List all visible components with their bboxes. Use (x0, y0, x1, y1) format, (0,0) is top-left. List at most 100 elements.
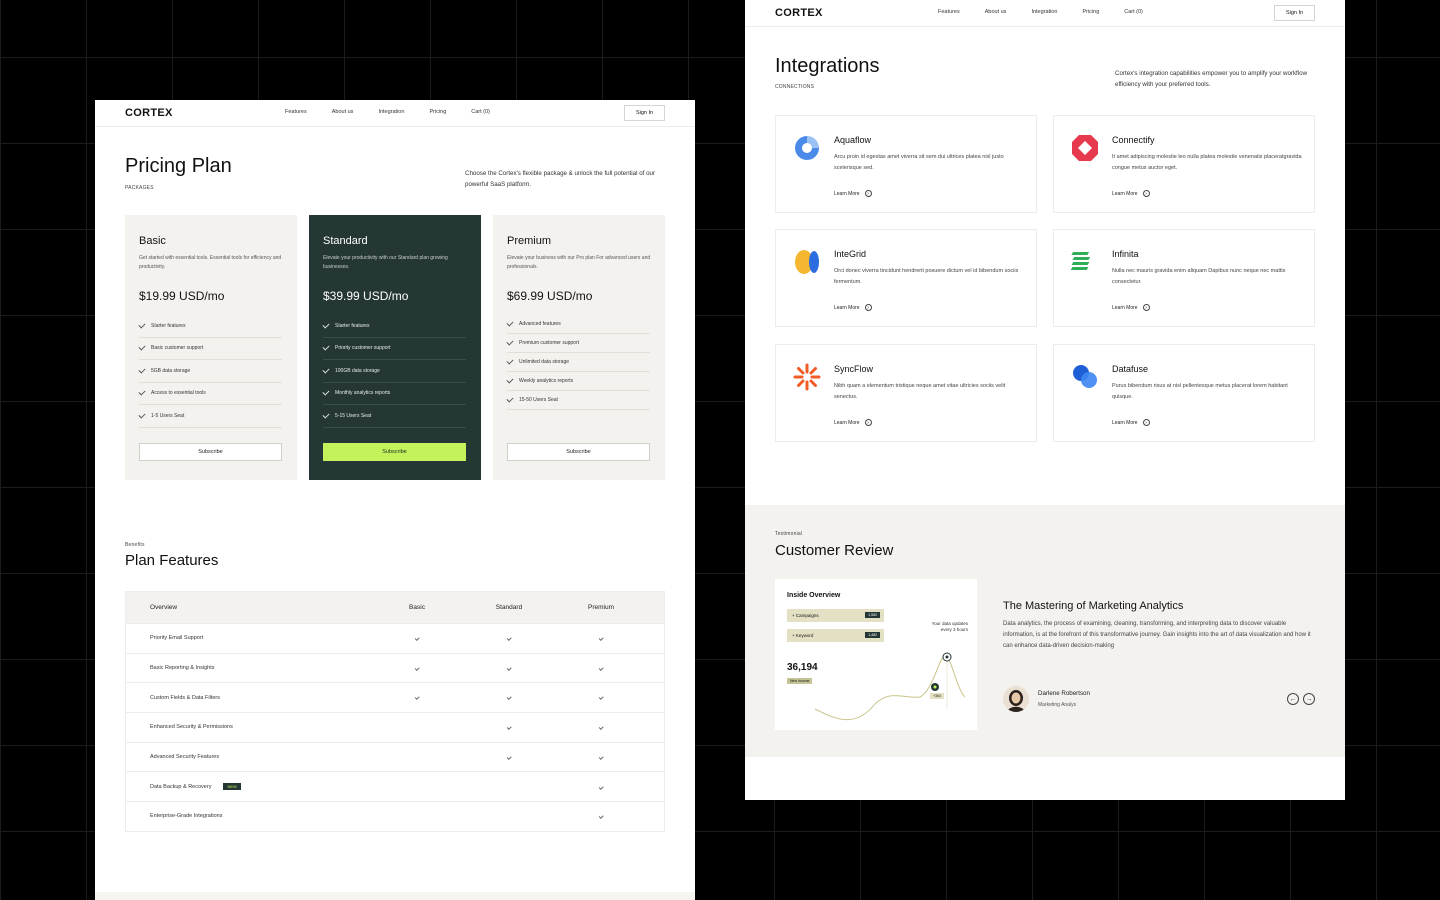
prev-review-button[interactable]: ← (1287, 693, 1299, 705)
nav-link-about[interactable]: About us (985, 9, 1007, 15)
check-icon (506, 636, 512, 641)
feature-label: Advanced Security Features (150, 754, 220, 761)
integration-card-aquaflow[interactable]: Aquaflow Arcu proin id egestas amet vive… (775, 115, 1037, 213)
plan-name: Basic (139, 235, 166, 247)
feature-label: Enhanced Security & Permissions (150, 724, 233, 731)
integration-card-syncflow[interactable]: SyncFlow Nibh quam a elementum tristique… (775, 344, 1037, 442)
subscribe-button-standard[interactable]: Subscribe (323, 443, 466, 461)
nav-link-pricing[interactable]: Pricing (1082, 9, 1099, 15)
feature-label: Basic Reporting & Insights (150, 665, 215, 672)
check-icon (506, 357, 514, 365)
integration-desc: Arcu proin id egestas amet viverra sit s… (834, 154, 1004, 171)
subscribe-button-basic[interactable]: Subscribe (139, 443, 282, 461)
learn-more-link[interactable]: Learn More › (1112, 304, 1150, 311)
check-icon (598, 665, 604, 671)
arrow-right-circle-icon: › (1142, 190, 1150, 197)
nav-link-features[interactable]: Features (938, 9, 960, 15)
nav-link-features[interactable]: Features (285, 109, 307, 115)
plan-feature: Priority customer support (322, 338, 466, 360)
feature-label-cell: Custom Fields & Data Filters (126, 695, 371, 701)
logo[interactable]: CORTEX (125, 107, 173, 119)
check-icon (598, 814, 604, 819)
cell-premium (555, 814, 647, 819)
next-review-button[interactable]: → (1303, 693, 1315, 705)
cell-premium (555, 665, 647, 671)
learn-more-link[interactable]: Learn More › (834, 419, 872, 426)
plan-desc: Get started with essential tools. Essent… (139, 255, 282, 270)
sign-in-button[interactable]: Sign In (1274, 5, 1315, 21)
nav-links: Features About us Integration Pricing Ca… (285, 109, 515, 115)
cell-standard (463, 636, 555, 641)
check-icon (138, 366, 146, 374)
sign-in-button[interactable]: Sign In (624, 105, 665, 121)
plan-feature: 15-50 Users Seat (506, 391, 650, 410)
plan-name: Premium (507, 235, 552, 247)
integration-card-integrid[interactable]: InteGrid Orci donec viverra tincidunt he… (775, 229, 1037, 327)
plan-feature: Starter features (138, 315, 282, 338)
arrow-right-circle-icon: › (1142, 419, 1150, 426)
trend-point-dot-center (933, 685, 937, 689)
learn-more-link[interactable]: Learn More › (834, 190, 872, 197)
features-eyebrow: Benefits (125, 542, 145, 548)
infinita-logo-icon (1070, 252, 1091, 270)
nav-link-integration[interactable]: Integration (1031, 9, 1057, 15)
check-icon (506, 695, 512, 701)
cell-basic (371, 636, 463, 641)
learn-more-label: Learn More (1112, 304, 1138, 311)
check-icon (322, 388, 330, 396)
plan-feature-label: Starter features (151, 322, 186, 329)
plan-feature-list: Starter features Basic customer support … (138, 315, 282, 428)
pill-count: 1,482 (865, 632, 880, 638)
table-body: Priority Email Support Basic Reporting & … (126, 623, 664, 831)
table-row: Enterprise-Grade Integrations (126, 801, 664, 831)
nav-link-pricing[interactable]: Pricing (429, 109, 446, 115)
plan-feature: 1-5 Users Seat (138, 405, 282, 428)
feature-label-cell: Data Backup & Recovery NEW (126, 783, 371, 791)
connectify-logo-icon (1072, 135, 1098, 161)
cell-premium (555, 725, 647, 730)
check-icon (414, 695, 420, 701)
plan-desc: Elevate your business with our Pro plan … (507, 255, 651, 270)
check-icon (506, 319, 514, 327)
check-icon (506, 338, 514, 346)
cell-basic (371, 695, 463, 701)
integration-card-connectify[interactable]: Connectify It amet adipiscing molestie l… (1053, 115, 1315, 213)
column-header: Basic (409, 604, 425, 611)
plan-feature: Premium customer support (506, 334, 650, 353)
cell-standard (463, 725, 555, 730)
features-table: Overview Basic Standard Premium Priority… (125, 591, 665, 832)
integration-card-datafuse[interactable]: Datafuse Purus bibendum risus at nisl pe… (1053, 344, 1315, 442)
logo[interactable]: CORTEX (775, 7, 823, 19)
learn-more-link[interactable]: Learn More › (1112, 419, 1150, 426)
subscribe-button-premium[interactable]: Subscribe (507, 443, 650, 461)
bottom-band (95, 892, 695, 900)
page-title: Integrations (775, 55, 880, 77)
cell-basic (371, 665, 463, 671)
plan-feature: 5-15 Users Seat (322, 405, 466, 428)
nav-link-integration[interactable]: Integration (378, 109, 404, 115)
new-badge: NEW (223, 783, 241, 791)
plan-card-standard: Standard Elevate your productivity with … (309, 215, 481, 480)
column-header: Overview (150, 604, 178, 611)
plan-feature-label: 5-15 Users Seat (335, 412, 372, 419)
top-nav: CORTEX Features About us Integration Pri… (95, 100, 695, 127)
nav-link-about[interactable]: About us (332, 109, 354, 115)
plan-feature: 100GB data storage (322, 360, 466, 383)
feature-label: Priority Email Support (150, 635, 204, 642)
arrow-right-circle-icon: › (864, 304, 872, 311)
plan-feature: Basic customer support (138, 338, 282, 360)
cell-premium (555, 695, 647, 701)
learn-more-link[interactable]: Learn More › (834, 304, 872, 311)
integration-name: Aquaflow (834, 135, 872, 145)
integration-card-infinita[interactable]: Infinita Nulla nec mauris gravida enim a… (1053, 229, 1315, 327)
cell-standard (463, 665, 555, 671)
integration-desc: It amet adipiscing molestie leo nulla pl… (1112, 154, 1302, 171)
plan-feature-label: Priority customer support (335, 345, 391, 352)
check-icon (506, 376, 514, 384)
table-row: Priority Email Support (126, 623, 664, 653)
learn-more-link[interactable]: Learn More › (1112, 190, 1150, 197)
nav-link-cart[interactable]: Cart (0) (1124, 9, 1143, 15)
nav-link-cart[interactable]: Cart (0) (471, 109, 490, 115)
check-icon (322, 411, 330, 419)
column-header: Standard (495, 604, 523, 611)
